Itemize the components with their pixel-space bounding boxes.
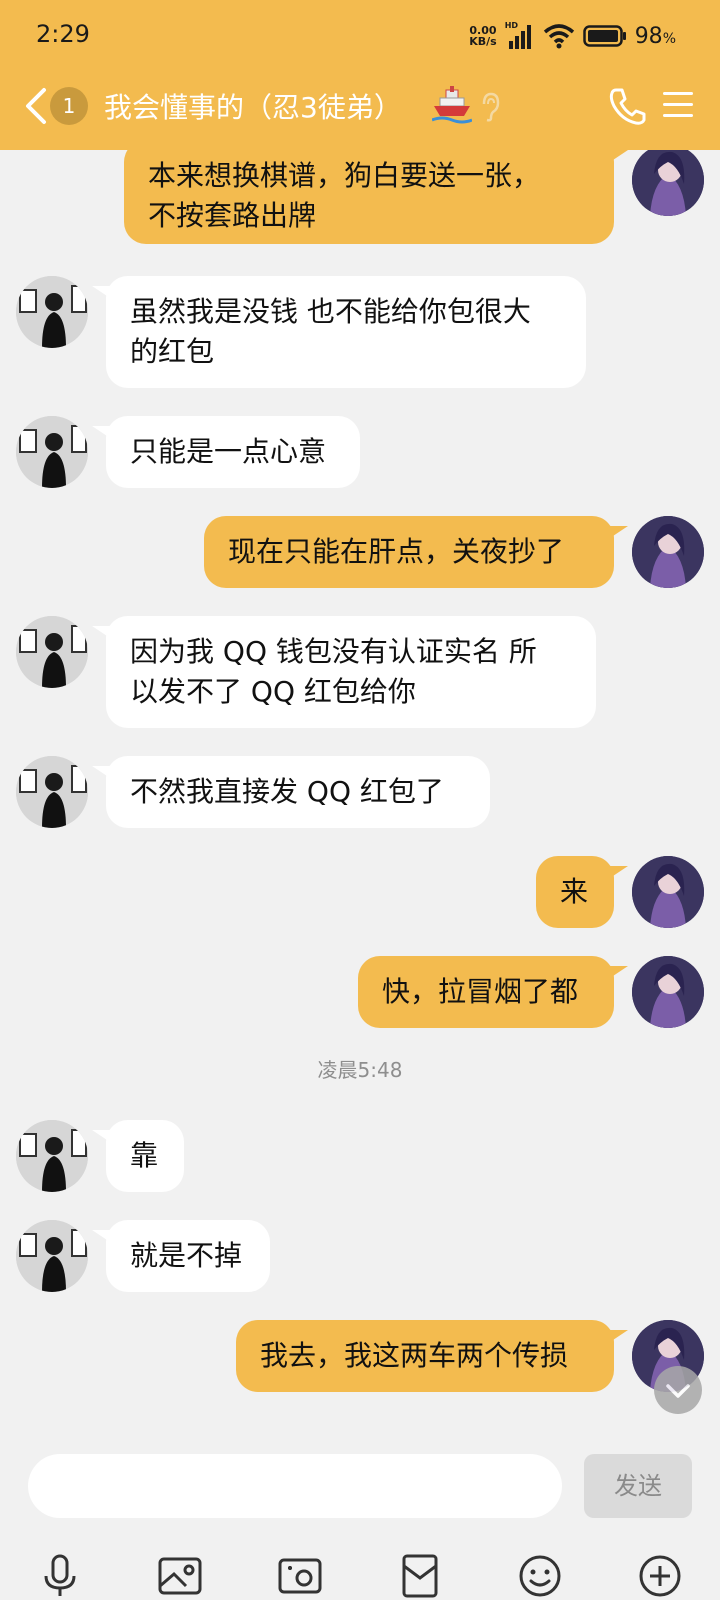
message-bubble-outgoing[interactable]: 来 [536,856,628,928]
ear-icon [482,92,500,122]
camera-icon[interactable] [276,1552,324,1600]
avatar-contact-image [16,616,88,688]
message-bubble-outgoing[interactable]: 本来想换棋谱，狗白要送一张， 不按套路出牌 [124,150,628,244]
avatar-self-image [632,516,704,588]
avatar-contact[interactable] [16,1120,88,1192]
ship-icon [432,86,472,124]
message-row: 虽然我是没钱 也不能给你包很大 的红包 [0,276,720,388]
message-bubble-incoming[interactable]: 不然我直接发 QQ 红包了 [92,756,490,828]
avatar-contact-image [16,756,88,828]
send-button[interactable]: 发送 [584,1454,692,1518]
avatar-contact[interactable] [16,1220,88,1292]
avatar-contact[interactable] [16,616,88,688]
top-bar: 2:29 0.00 KB/s HD 98% 1 我会懂事的（忍3徒弟） [0,0,720,150]
avatar-self-image [632,856,704,928]
avatar-contact-image [16,276,88,348]
avatar-contact-image [16,1220,88,1292]
message-row: 只能是一点心意 [0,416,720,488]
image-icon[interactable] [156,1552,204,1600]
plus-icon[interactable] [636,1552,684,1600]
message-row: 快，拉冒烟了都 [0,956,720,1028]
status-right: 0.00 KB/s HD 98% [469,18,676,54]
message-row: 因为我 QQ 钱包没有认证实名 所 以发不了 QQ 红包给你 [0,616,720,728]
message-bubble-outgoing[interactable]: 快，拉冒烟了都 [358,956,628,1028]
microphone-icon[interactable] [36,1552,84,1600]
message-bubble-incoming[interactable]: 虽然我是没钱 也不能给你包很大 的红包 [92,276,586,388]
avatar-contact-image [16,1120,88,1192]
red-packet-icon[interactable] [396,1552,444,1600]
phone-icon[interactable] [608,86,646,126]
chat-title[interactable]: 我会懂事的（忍3徒弟） [104,86,402,126]
battery-percent-unit: % [662,30,676,47]
unread-badge[interactable]: 1 [50,87,88,125]
status-time: 2:29 [36,20,90,48]
message-bubble-incoming[interactable]: 靠 [92,1120,184,1192]
avatar-self[interactable] [632,856,704,928]
message-bubble-outgoing[interactable]: 我去，我这两车两个传损 [236,1320,628,1392]
message-input[interactable] [28,1454,562,1518]
message-row: 不然我直接发 QQ 红包了 [0,756,720,828]
avatar-self-image [632,150,704,216]
input-bar: 发送 [0,1440,720,1600]
avatar-self[interactable] [632,956,704,1028]
message-bubble-incoming[interactable]: 只能是一点心意 [92,416,360,488]
message-bubble-incoming[interactable]: 就是不掉 [92,1220,270,1292]
input-toolbar [0,1552,720,1600]
message-bubble-outgoing[interactable]: 现在只能在肝点，关夜抄了 [204,516,628,588]
net-speed: 0.00 KB/s [469,25,496,47]
avatar-contact[interactable] [16,276,88,348]
avatar-contact[interactable] [16,756,88,828]
avatar-self-image [632,956,704,1028]
title-bar: 1 我会懂事的（忍3徒弟） [0,70,720,144]
chevron-down-icon [666,1384,690,1398]
status-bar: 2:29 0.00 KB/s HD 98% [0,0,720,70]
message-row: 本来想换棋谱，狗白要送一张， 不按套路出牌 [0,150,720,244]
avatar-self[interactable] [632,150,704,216]
message-row: 来 [0,856,720,928]
battery-percent-value: 98 [634,23,663,49]
message-row: 靠 [0,1120,720,1192]
battery-icon [582,25,626,47]
back-arrow-icon[interactable] [20,84,50,128]
emoji-icon[interactable] [516,1552,564,1600]
menu-icon[interactable] [662,90,694,120]
scroll-to-bottom-button[interactable] [654,1366,702,1414]
signal-icon: HD [505,21,535,49]
avatar-contact[interactable] [16,416,88,488]
message-timestamp: 凌晨5:48 [317,1058,403,1082]
message-list[interactable]: 本来想换棋谱，狗白要送一张， 不按套路出牌 虽然我是没钱 也不能给你包很大 的红… [0,150,720,1440]
wifi-icon [543,24,574,49]
battery-percent: 98% [635,24,676,49]
message-bubble-incoming[interactable]: 因为我 QQ 钱包没有认证实名 所 以发不了 QQ 红包给你 [92,616,596,728]
avatar-self[interactable] [632,516,704,588]
message-row: 就是不掉 [0,1220,720,1292]
avatar-contact-image [16,416,88,488]
net-speed-unit: KB/s [469,35,497,48]
message-row: 我去，我这两车两个传损 [0,1320,720,1392]
message-row: 现在只能在肝点，关夜抄了 [0,516,720,588]
